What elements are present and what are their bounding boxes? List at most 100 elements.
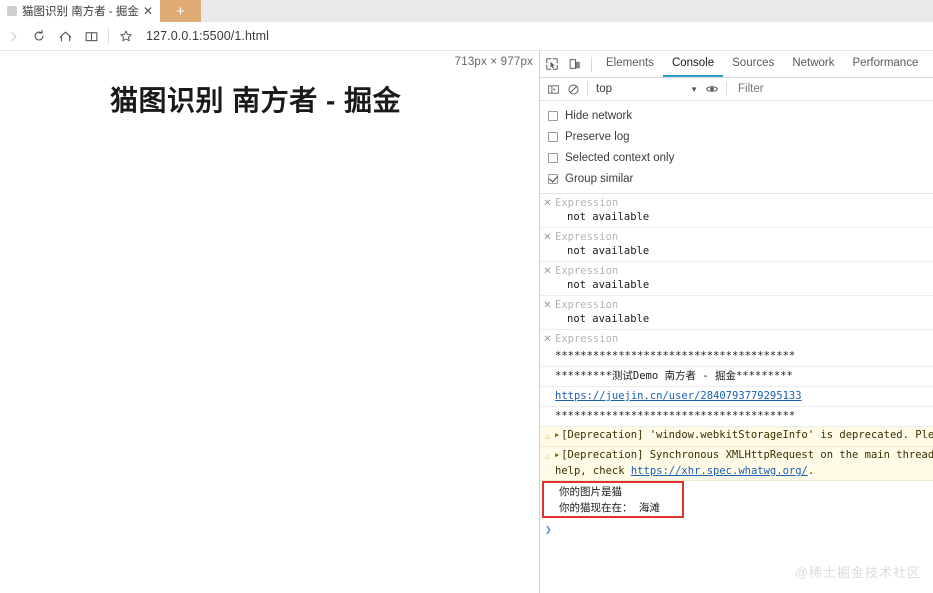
book-icon[interactable] <box>78 23 104 49</box>
setting-group-similar[interactable]: Group similar <box>540 168 933 189</box>
live-expression-value: not available <box>567 245 650 257</box>
page-title: 猫图识别 南方者 - 掘金 <box>110 85 402 116</box>
tab-network[interactable]: Network <box>783 51 843 77</box>
warning-triangle-icon: ⚠ <box>544 452 551 462</box>
checkbox-hide-network[interactable] <box>548 110 558 121</box>
setting-hide-network[interactable]: Hide network <box>540 105 933 126</box>
result-line-2: 你的猫现在在： 海滩 <box>559 502 660 514</box>
console-banner-rule-bottom: ************************************** <box>540 407 933 427</box>
console-banner-link-row[interactable]: https://juejin.cn/user/2840793779295133 <box>540 387 933 407</box>
navigation-toolbar: 127.0.0.1:5500/1.html <box>0 22 933 51</box>
expand-arrow-icon[interactable]: ▶ <box>555 448 561 463</box>
live-expression-row-partial[interactable]: ✕ Expression <box>540 330 933 347</box>
live-expression-body: Expression not available <box>555 264 933 292</box>
console-filter-bar: top ▼ <box>540 78 933 101</box>
setting-label: Selected context only <box>565 151 675 164</box>
tab-sources[interactable]: Sources <box>723 51 783 77</box>
devtools-panel: Elements Console Sources Network Perform… <box>540 51 933 593</box>
checkbox-selected-context-only[interactable] <box>548 152 558 163</box>
filter-input[interactable] <box>731 82 933 96</box>
watermark: @稀土掘金技术社区 <box>794 565 921 580</box>
inspect-element-icon[interactable] <box>540 51 563 77</box>
setting-label: Hide network <box>565 109 633 122</box>
xhr-spec-link[interactable]: https://xhr.spec.whatwg.org/ <box>631 465 808 477</box>
device-toolbar-icon[interactable] <box>563 51 586 77</box>
remove-expression-icon[interactable]: ✕ <box>540 332 555 347</box>
devtools-tabbar: Elements Console Sources Network Perform… <box>540 51 933 78</box>
prompt-caret-icon: ❯ <box>545 523 552 536</box>
live-expression-row[interactable]: ✕ Expression not available <box>540 194 933 228</box>
live-expression-body: Expression <box>555 332 933 346</box>
execution-context-value: top <box>596 83 612 95</box>
devtools-bottom-strip <box>540 587 933 593</box>
console-banner-title: *********测试Demo 南方者 - 掘金********* <box>540 367 933 387</box>
expand-arrow-icon[interactable]: ▶ <box>555 428 561 443</box>
home-icon[interactable] <box>52 23 78 49</box>
new-tab-button[interactable]: + <box>160 0 201 22</box>
warning-text: ▶ [Deprecation] 'window.webkitStorageInfo… <box>555 428 933 444</box>
setting-label: Preserve log <box>565 130 630 143</box>
content-area: 猫图识别 南方者 - 掘金 713px × 977px Elements Con… <box>0 51 933 593</box>
live-expression-body: Expression not available <box>555 298 933 326</box>
clear-console-icon[interactable] <box>563 79 583 99</box>
live-expression-value: not available <box>567 211 650 223</box>
star-icon[interactable] <box>113 23 139 49</box>
tab-strip: 猫图识别 南方者 - 掘金 ✕ + <box>0 0 933 22</box>
juejin-profile-link[interactable]: https://juejin.cn/user/2840793779295133 <box>555 390 802 402</box>
remove-expression-icon[interactable]: ✕ <box>540 230 555 245</box>
console-prompt[interactable]: ❯ <box>540 520 933 539</box>
setting-label: Group similar <box>565 172 634 185</box>
checkbox-group-similar[interactable] <box>548 173 558 184</box>
filterbar-divider-2 <box>726 82 727 96</box>
live-expression-value: not available <box>567 313 650 325</box>
warning-text: ▶ [Deprecation] Synchronous XMLHttpReques… <box>555 448 933 479</box>
checkbox-preserve-log[interactable] <box>548 131 558 142</box>
remove-expression-icon[interactable]: ✕ <box>540 298 555 313</box>
console-warning-row[interactable]: ⚠ ▶ [Deprecation] Synchronous XMLHttpRequ… <box>540 447 933 481</box>
chevron-down-icon: ▼ <box>690 84 698 94</box>
setting-preserve-log[interactable]: Preserve log <box>540 126 933 147</box>
close-icon[interactable]: ✕ <box>140 3 156 19</box>
console-warning-row[interactable]: ⚠ ▶ [Deprecation] 'window.webkitStorageIn… <box>540 427 933 447</box>
devtools-divider <box>591 56 592 72</box>
execution-context-select[interactable]: top ▼ <box>592 83 702 95</box>
warning-message: [Deprecation] 'window.webkitStorageInfo'… <box>561 429 933 441</box>
filterbar-divider-1 <box>587 82 588 96</box>
browser-tab[interactable]: 猫图识别 南方者 - 掘金 ✕ <box>0 0 160 22</box>
tab-favicon-icon <box>7 6 17 16</box>
warning-message: [Deprecation] Synchronous XMLHttpRequest… <box>561 449 933 461</box>
browser-window: 猫图识别 南方者 - 掘金 ✕ + 127.0.0.1:5500/1.html … <box>0 0 933 593</box>
warning-continuation: help, check <box>555 465 631 477</box>
tab-elements[interactable]: Elements <box>597 51 663 77</box>
tab-console[interactable]: Console <box>662 51 724 77</box>
result-line-1: 你的图片是猫 <box>559 486 622 498</box>
reload-icon[interactable] <box>26 23 52 49</box>
live-expression-body: Expression not available <box>555 196 933 224</box>
tab-strip-empty-area <box>201 0 933 22</box>
live-expression-row[interactable]: ✕ Expression not available <box>540 296 933 330</box>
live-expression-label: Expression <box>555 197 619 209</box>
tab-title: 猫图识别 南方者 - 掘金 <box>22 6 139 18</box>
live-expression-label: Expression <box>555 265 619 277</box>
console-banner-rule-top: ************************************** <box>540 347 933 367</box>
setting-selected-context-only[interactable]: Selected context only <box>540 147 933 168</box>
live-expression-value: not available <box>567 279 650 291</box>
live-expression-row[interactable]: ✕ Expression not available <box>540 262 933 296</box>
remove-expression-icon[interactable]: ✕ <box>540 264 555 279</box>
tab-performance[interactable]: Performance <box>844 51 928 77</box>
remove-expression-icon[interactable]: ✕ <box>540 196 555 211</box>
live-expression-icon[interactable] <box>702 79 722 99</box>
console-result-block: 你的图片是猫 你的猫现在在： 海滩 <box>540 481 933 520</box>
live-expression-body: Expression not available <box>555 230 933 258</box>
live-expression-label: Expression <box>555 231 619 243</box>
address-bar[interactable]: 127.0.0.1:5500/1.html <box>139 29 933 43</box>
tab-memory[interactable]: Memory <box>927 51 933 77</box>
page-viewport: 猫图识别 南方者 - 掘金 713px × 977px <box>0 51 540 593</box>
console-log-area[interactable]: ✕ Expression not available ✕ Expression … <box>540 194 933 587</box>
console-sidebar-icon[interactable] <box>543 79 563 99</box>
live-expression-label: Expression <box>555 333 619 345</box>
viewport-dimension-badge: 713px × 977px <box>454 56 533 68</box>
toolbar-divider <box>108 28 109 44</box>
live-expression-row[interactable]: ✕ Expression not available <box>540 228 933 262</box>
forward-arrow-icon[interactable] <box>0 23 26 49</box>
